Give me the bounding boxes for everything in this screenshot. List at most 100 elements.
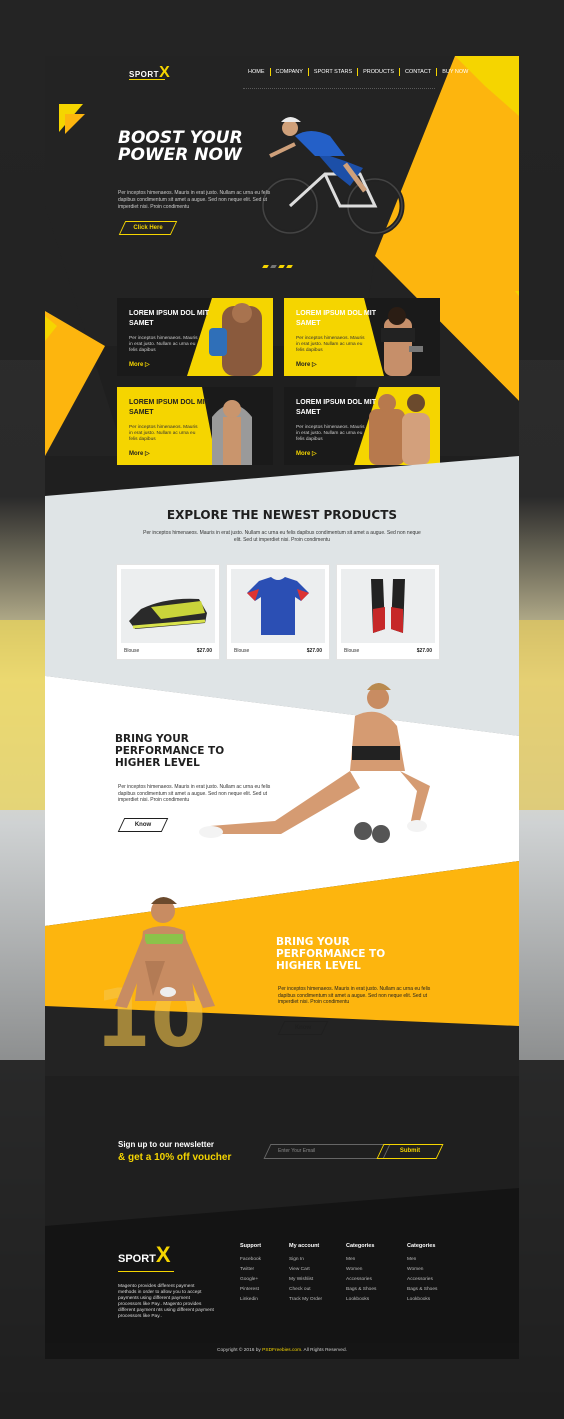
- submit-label: Submit: [399, 1148, 421, 1154]
- product-card-1[interactable]: Blouse $27.00: [117, 565, 219, 659]
- product-card-2[interactable]: Blouse $27.00: [227, 565, 329, 659]
- product-price: $27.00: [306, 648, 322, 654]
- click-here-label: Click Here: [133, 225, 163, 231]
- logo-text: SPORT: [129, 70, 160, 79]
- email-input[interactable]: Enter Your Email: [263, 1144, 391, 1159]
- card-more-label: More: [296, 362, 311, 368]
- footer-link[interactable]: Twitter: [240, 1265, 261, 1275]
- slider-pager: [262, 265, 293, 268]
- footer-link[interactable]: View Cart: [289, 1265, 322, 1275]
- copyright-bar: Copyright © 2016 by PSDFreebies.com. All…: [45, 1343, 519, 1359]
- product-name: Blouse: [234, 648, 250, 654]
- know-label: Know: [134, 822, 152, 828]
- know-button-1[interactable]: Know: [117, 818, 169, 832]
- feature-card-2[interactable]: LOREM IPSUM DOL MIT SAMET Per inceptos h…: [284, 298, 440, 376]
- performance-title-2: BRING YOUR PERFORMANCE TO HIGHER LEVEL: [276, 936, 386, 972]
- product-price: $27.00: [416, 648, 432, 654]
- logo-underline: [129, 79, 165, 80]
- product-name: Blouse: [344, 648, 360, 654]
- know-button-2[interactable]: Know: [277, 1021, 329, 1035]
- footer-link[interactable]: Lookbooks: [346, 1295, 376, 1305]
- feature-card-1[interactable]: LOREM IPSUM DOL MIT SAMET Per inceptos h…: [117, 298, 273, 376]
- footer-logo-x: X: [155, 1242, 171, 1267]
- copyright-text: Copyright © 2016 by: [217, 1348, 263, 1353]
- card-more-link[interactable]: More ▷: [129, 361, 150, 368]
- main-nav: HOME COMPANY SPORT STARS PRODUCTS CONTAC…: [243, 68, 473, 76]
- play-arrow-icon: ▷: [312, 362, 317, 368]
- product-image-1: [121, 569, 215, 643]
- footer-link[interactable]: Men: [407, 1255, 437, 1265]
- card-more-label: More: [129, 362, 144, 368]
- pager-dot[interactable]: [278, 265, 285, 268]
- footer-link[interactable]: Sign In: [289, 1255, 322, 1265]
- footer-column-title: My account: [289, 1243, 320, 1249]
- submit-button[interactable]: Submit: [376, 1144, 444, 1159]
- footer-link[interactable]: Women: [407, 1265, 437, 1275]
- product-card-3[interactable]: Blouse $27.00: [337, 565, 439, 659]
- footer-link[interactable]: Bags & Shoes: [346, 1285, 376, 1295]
- footer-link[interactable]: Women: [346, 1265, 376, 1275]
- footer-description: Magento provides different payment metho…: [118, 1284, 214, 1319]
- product-name: Blouse: [124, 648, 140, 654]
- footer-link[interactable]: Google+: [240, 1275, 261, 1285]
- blurred-backdrop-right: [519, 620, 564, 810]
- performance-title-1: BRING YOUR PERFORMANCE TO HIGHER LEVEL: [115, 733, 225, 769]
- play-arrow-icon: ▷: [145, 362, 150, 368]
- nav-products[interactable]: PRODUCTS: [358, 68, 400, 76]
- card-text: Per inceptos himenaeos. Mauris in erat j…: [296, 336, 365, 353]
- nav-home[interactable]: HOME: [243, 68, 271, 76]
- hero-text: Per inceptos himenaeos. Mauris in erat j…: [118, 190, 271, 210]
- footer-link[interactable]: Bags & Shoes: [407, 1285, 437, 1295]
- footer-background: [45, 1188, 519, 1343]
- pager-dot[interactable]: [286, 265, 293, 268]
- copyright-suffix: . All Rights Reserved.: [301, 1348, 347, 1353]
- card-title: LOREM IPSUM DOL MIT SAMET: [296, 310, 376, 327]
- footer-link[interactable]: Facebook: [240, 1255, 261, 1265]
- blurred-backdrop-left: [0, 620, 45, 810]
- product-image-3: [341, 569, 435, 643]
- card-more-link[interactable]: More ▷: [296, 361, 317, 368]
- nav-contact[interactable]: CONTACT: [400, 68, 438, 76]
- footer-column-title: Categories: [407, 1243, 436, 1249]
- footer-link[interactable]: Linkedin: [240, 1295, 261, 1305]
- footer-link[interactable]: Accessories: [346, 1275, 376, 1285]
- footer-link[interactable]: Lookbooks: [407, 1295, 437, 1305]
- performance-text-1: Per inceptos himenaeos. Mauris in erat j…: [118, 784, 271, 803]
- website-mockup: SPORTX HOME COMPANY SPORT STARS PRODUCTS…: [45, 56, 519, 1359]
- newsletter-voucher: & get a 10% off voucher: [118, 1152, 232, 1163]
- footer-link[interactable]: Accessories: [407, 1275, 437, 1285]
- card-title: LOREM IPSUM DOL MIT SAMET: [129, 310, 209, 327]
- nav-company[interactable]: COMPANY: [271, 68, 309, 76]
- footer-logo-underline: [118, 1271, 174, 1272]
- footer-column-title: Categories: [346, 1243, 375, 1249]
- footer-column-support: Support Facebook Twitter Google+ Pintere…: [240, 1243, 261, 1305]
- footer-link[interactable]: My Wishlist: [289, 1275, 322, 1285]
- newsletter-heading: Sign up to our newsletter: [118, 1140, 215, 1149]
- email-placeholder: Enter Your Email: [278, 1148, 316, 1154]
- footer-column-title: Support: [240, 1243, 262, 1249]
- performance-text-2: Per inceptos himenaeos. Mauris in erat j…: [278, 986, 431, 1005]
- product-price: $27.00: [196, 648, 212, 654]
- footer-link[interactable]: Men: [346, 1255, 376, 1265]
- hero-title: BOOST YOUR POWER NOW: [118, 128, 243, 165]
- footer-column-account: My account Sign In View Cart My Wishlist…: [289, 1243, 322, 1305]
- footer-column-categories: Categories Men Women Accessories Bags & …: [346, 1243, 376, 1305]
- nav-buy-now[interactable]: BUY NOW: [437, 68, 473, 76]
- know-label: Know: [294, 1025, 312, 1031]
- nav-divider: [243, 88, 435, 89]
- products-subtitle: Per inceptos himenaeos. Mauris in erat j…: [143, 530, 421, 543]
- product-image-2: [231, 569, 325, 643]
- pager-dot[interactable]: [270, 265, 277, 268]
- footer-link[interactable]: Pinterest: [240, 1285, 261, 1295]
- click-here-button[interactable]: Click Here: [118, 221, 178, 235]
- copyright-link[interactable]: PSDFreebies.com: [262, 1348, 301, 1353]
- footer-link[interactable]: Track My Order: [289, 1295, 322, 1305]
- card-text: Per inceptos himenaeos. Mauris in erat j…: [129, 336, 198, 353]
- footer-column-categories-2: Categories Men Women Accessories Bags & …: [407, 1243, 437, 1305]
- footer-logo-text: SPORT: [118, 1253, 156, 1265]
- nav-sport-stars[interactable]: SPORT STARS: [309, 68, 359, 76]
- footer-link[interactable]: Check out: [289, 1285, 322, 1295]
- products-title: EXPLORE THE NEWEST PRODUCTS: [166, 508, 398, 522]
- footer-logo[interactable]: SPORTX: [118, 1242, 171, 1268]
- pager-dot[interactable]: [262, 265, 269, 268]
